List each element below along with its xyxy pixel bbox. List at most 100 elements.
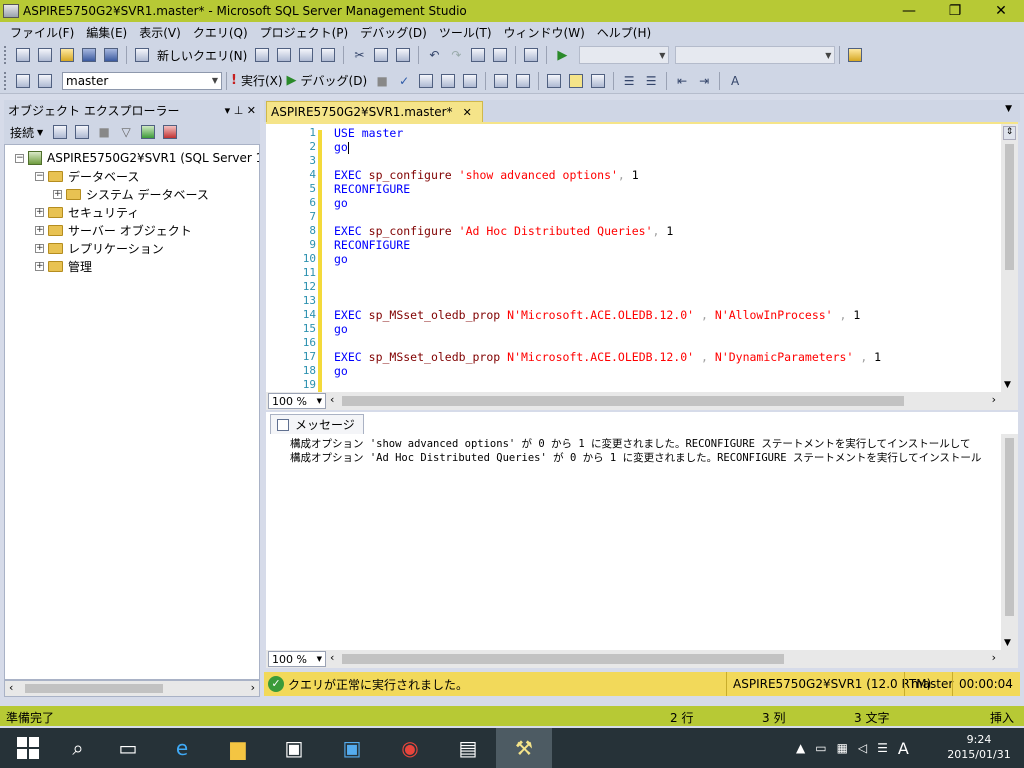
search-icon[interactable]: ⌕ — [50, 728, 106, 768]
execute-icon[interactable]: ! — [231, 73, 237, 88]
dmx-query-icon[interactable] — [319, 46, 337, 64]
code-line[interactable]: RECONFIGURE — [334, 182, 410, 196]
code-line[interactable]: go — [334, 196, 348, 210]
redo-icon[interactable]: ↷ — [447, 46, 465, 64]
network-icon[interactable]: ▦ — [837, 741, 848, 755]
database-combo[interactable]: master ▼ — [62, 71, 222, 90]
cancel-query-icon[interactable]: ■ — [373, 72, 391, 90]
expand-icon[interactable]: + — [35, 243, 44, 253]
show-hidden-icons-icon[interactable]: ▲ — [796, 741, 805, 755]
stop-icon[interactable]: ■ — [95, 123, 113, 141]
file-explorer-icon[interactable]: ▆ — [210, 728, 266, 768]
display-estimated-plan-icon[interactable] — [417, 72, 435, 90]
start-debug-icon[interactable]: ▶ — [553, 46, 571, 64]
navigate-back-icon[interactable] — [469, 46, 487, 64]
results-to-text-icon[interactable] — [545, 72, 563, 90]
start-button[interactable] — [0, 728, 56, 768]
scroll-thumb[interactable] — [1005, 438, 1014, 616]
parse-icon[interactable]: ✓ — [395, 72, 413, 90]
debug-button[interactable]: デバッグ(D) — [301, 72, 368, 89]
scroll-right-icon[interactable]: › — [992, 651, 996, 664]
analysis-query-icon[interactable] — [275, 46, 293, 64]
close-button[interactable]: ✕ — [978, 0, 1024, 22]
expand-icon[interactable]: + — [35, 207, 44, 217]
chevron-down-icon[interactable]: ▼ — [212, 76, 218, 85]
pane-buttons[interactable]: ▾ ⊥ ✕ — [225, 104, 256, 117]
tab-query-editor[interactable]: ASPIRE5750G2¥SVR1.master* ✕ — [266, 101, 483, 122]
minimize-button[interactable]: — — [886, 0, 932, 22]
expand-icon[interactable]: + — [53, 189, 62, 199]
tree-node-replication[interactable]: + レプリケーション — [35, 239, 164, 257]
results-zoom-combo[interactable]: 100 % ▼ — [268, 651, 326, 667]
new-project-icon[interactable] — [14, 46, 32, 64]
save-all-icon[interactable] — [102, 46, 120, 64]
code-line[interactable]: go — [334, 252, 348, 266]
ssms-taskbar-icon[interactable]: ⚒ — [496, 728, 552, 768]
tree-node-system-databases[interactable]: + システム データベース — [53, 185, 209, 203]
tree-node-databases[interactable]: − データベース — [35, 167, 139, 185]
change-connection-icon[interactable] — [36, 72, 54, 90]
include-actual-plan-icon[interactable] — [492, 72, 510, 90]
menu-file[interactable]: ファイル(F) — [4, 24, 80, 41]
code-line[interactable]: RECONFIGURE — [334, 238, 410, 252]
query-designer-icon[interactable] — [439, 72, 457, 90]
toolbar-grip[interactable] — [4, 46, 8, 64]
ime-indicator[interactable]: A — [898, 739, 909, 758]
connect-icon[interactable] — [14, 72, 32, 90]
expand-icon[interactable]: + — [35, 261, 44, 271]
mdx-query-icon[interactable] — [297, 46, 315, 64]
new-query-icon[interactable] — [133, 46, 151, 64]
menu-query[interactable]: クエリ(Q) — [187, 24, 254, 41]
code-line[interactable]: go — [334, 364, 348, 378]
activity-monitor-icon[interactable] — [161, 123, 179, 141]
scroll-left-icon[interactable]: ‹ — [330, 393, 334, 406]
open-file-icon[interactable] — [58, 46, 76, 64]
scroll-right-icon[interactable]: › — [251, 681, 255, 694]
toolbar-grip[interactable] — [4, 71, 8, 90]
scroll-down-icon[interactable]: ▼ — [1004, 638, 1011, 648]
scroll-right-icon[interactable]: › — [992, 393, 996, 406]
scroll-thumb[interactable] — [25, 684, 163, 693]
comment-icon[interactable]: ☰ — [620, 72, 638, 90]
chevron-down-icon[interactable]: ▼ — [317, 397, 322, 405]
messages-vscroll[interactable]: ▼ — [1001, 434, 1018, 650]
code-line[interactable]: EXEC sp_MSset_oledb_prop N'Microsoft.ACE… — [334, 350, 881, 364]
results-to-file-icon[interactable] — [589, 72, 607, 90]
paste-icon[interactable] — [394, 46, 412, 64]
uncomment-icon[interactable]: ☰ — [642, 72, 660, 90]
connect-object-icon[interactable] — [51, 123, 69, 141]
store-icon[interactable]: ▣ — [266, 728, 322, 768]
code-line[interactable]: go — [334, 322, 348, 336]
collapse-icon[interactable]: − — [35, 171, 44, 181]
scroll-thumb[interactable] — [342, 396, 904, 406]
navigate-forward-icon[interactable] — [491, 46, 509, 64]
results-to-grid-icon[interactable] — [567, 72, 585, 90]
collapse-icon[interactable]: − — [15, 153, 24, 163]
scroll-down-icon[interactable]: ▼ — [1004, 380, 1011, 390]
copy-icon[interactable] — [372, 46, 390, 64]
decrease-indent-icon[interactable]: ⇤ — [673, 72, 691, 90]
add-item-icon[interactable] — [36, 46, 54, 64]
database-engine-query-icon[interactable] — [253, 46, 271, 64]
action-center-icon[interactable]: ☰ — [877, 741, 888, 755]
close-icon[interactable]: ✕ — [463, 106, 472, 119]
tree-node-server-objects[interactable]: + サーバー オブジェクト — [35, 221, 192, 239]
tree-node-management[interactable]: + 管理 — [35, 257, 92, 275]
refresh-icon[interactable] — [139, 123, 157, 141]
scroll-thumb[interactable] — [1005, 144, 1014, 270]
volume-icon[interactable]: ◁ — [858, 741, 867, 755]
code-editor[interactable]: 1 2 3 4 5 6 7 8 9 10 11 12 13 14 15 16 17 18 19 USE master… — [266, 122, 1018, 392]
code-line[interactable]: EXEC sp_configure 'Ad Hoc Distributed Qu… — [334, 224, 673, 238]
menu-edit[interactable]: 編集(E) — [80, 24, 133, 41]
scroll-thumb[interactable] — [342, 654, 784, 664]
code-line[interactable]: USE master — [334, 126, 403, 140]
split-icon[interactable]: ⇕ — [1003, 126, 1016, 140]
increase-indent-icon[interactable]: ⇥ — [695, 72, 713, 90]
chevron-down-icon[interactable]: ▼ — [1005, 104, 1012, 114]
internet-explorer-icon[interactable]: e — [154, 728, 210, 768]
menu-help[interactable]: ヘルプ(H) — [591, 24, 657, 41]
editor-vscroll[interactable]: ⇕ ▼ — [1001, 124, 1018, 392]
task-view-icon[interactable]: ▭ — [100, 728, 156, 768]
menu-project[interactable]: プロジェクト(P) — [254, 24, 355, 41]
tab-messages[interactable]: メッセージ — [270, 414, 364, 434]
